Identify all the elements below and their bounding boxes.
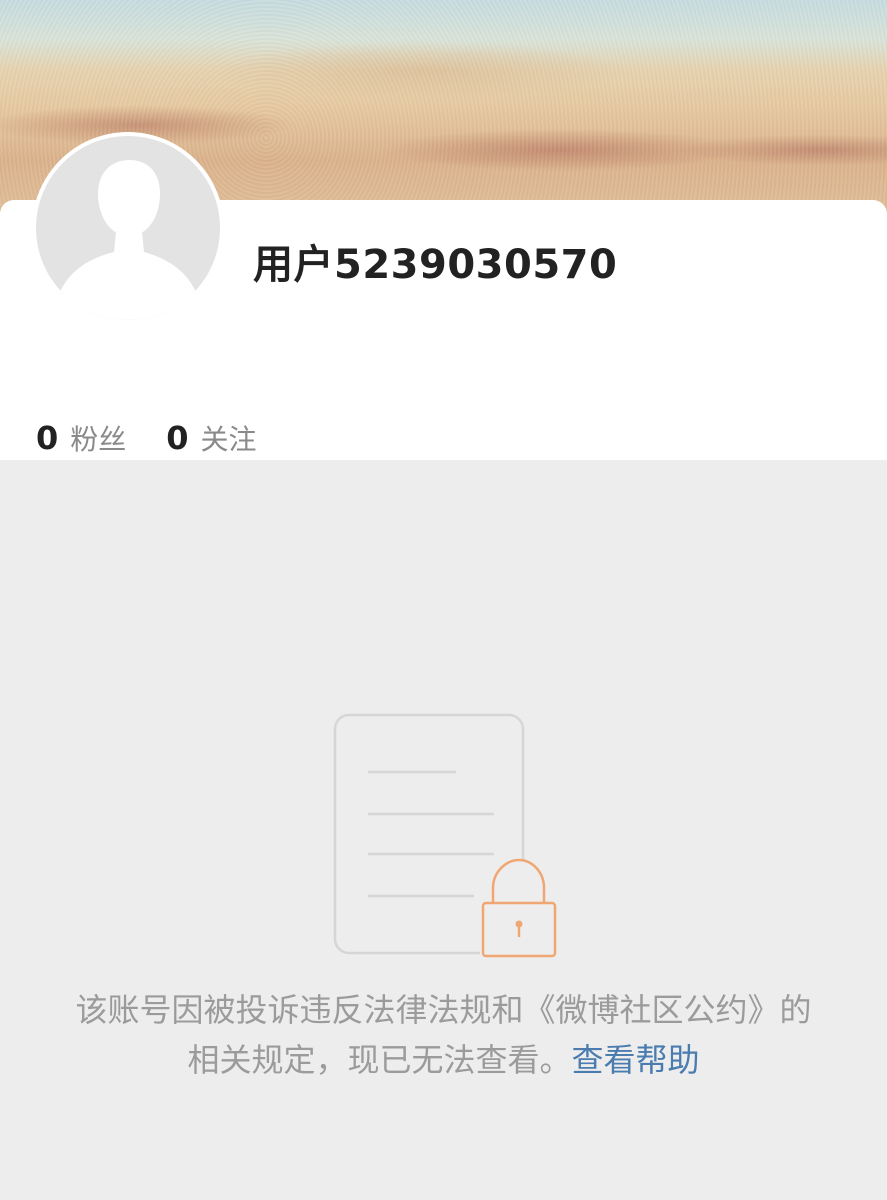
locked-document-icon [330,710,562,962]
profile-stats: 0 粉丝 0 关注 [36,418,257,458]
followers-count: 0 [36,419,59,457]
followers-stat[interactable]: 0 粉丝 [36,418,126,458]
followers-label: 粉丝 [70,423,127,456]
default-avatar-icon [36,136,220,320]
suspension-notice: 该账号因被投诉违反法律法规和《微博社区公约》的相关规定，现已无法查看。查看帮助 [60,985,827,1085]
username: 用户5239030570 [253,242,618,288]
following-stat[interactable]: 0 关注 [166,418,256,458]
profile-page: 用户5239030570 0 粉丝 0 关注 该账号因被投诉违反法律法规和《微博… [0,0,887,1200]
view-help-link[interactable]: 查看帮助 [572,1041,700,1079]
following-label: 关注 [200,423,257,456]
following-count: 0 [166,419,189,457]
suspension-message: 该账号因被投诉违反法律法规和《微博社区公约》的相关规定，现已无法查看。 [75,991,812,1079]
avatar[interactable] [32,132,224,324]
